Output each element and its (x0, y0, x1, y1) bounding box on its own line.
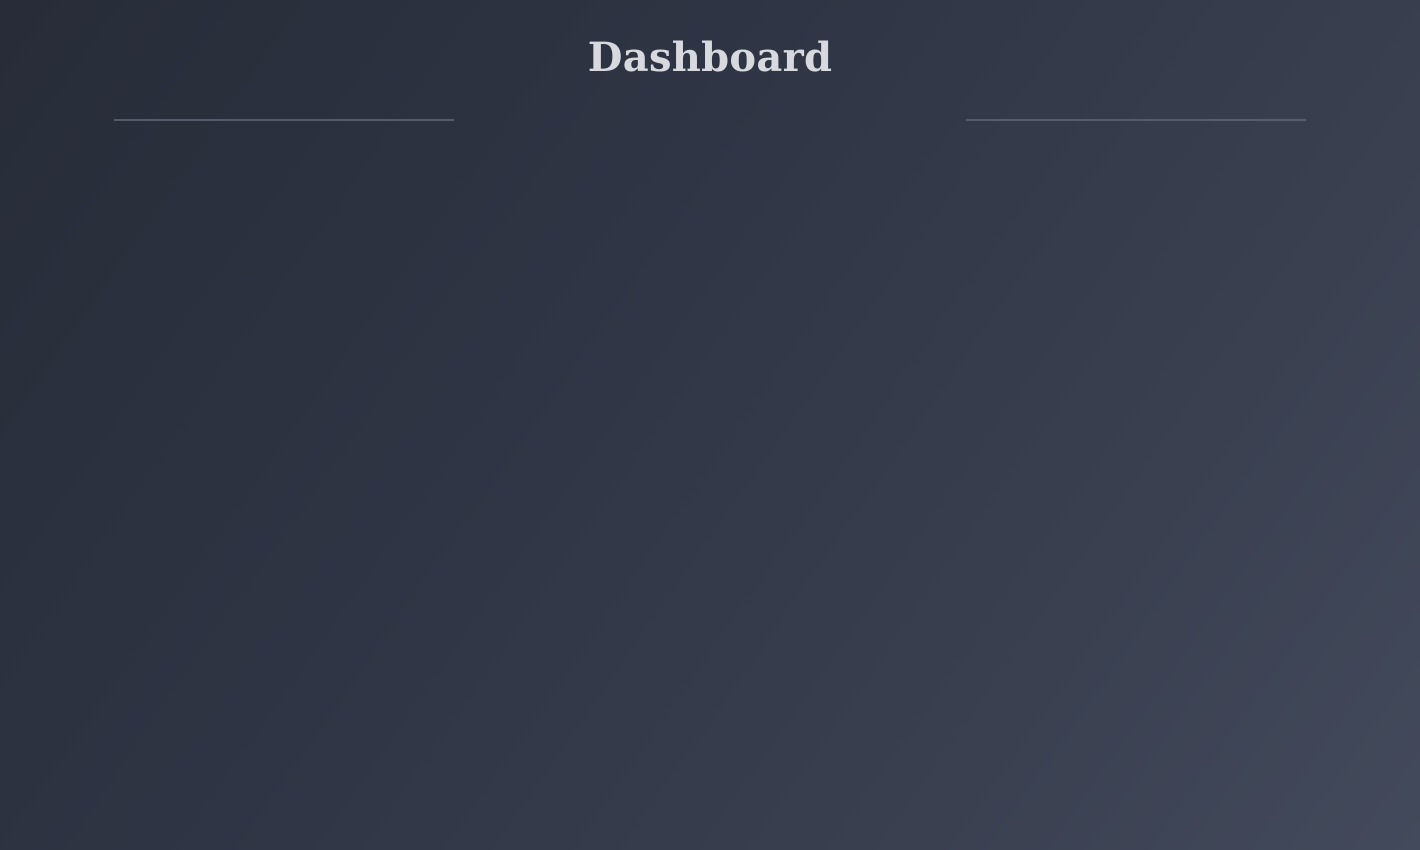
dashboard-content-area (0, 121, 1420, 850)
dashboard-header: Dashboard (0, 0, 1420, 121)
page-title: Dashboard (587, 34, 833, 81)
